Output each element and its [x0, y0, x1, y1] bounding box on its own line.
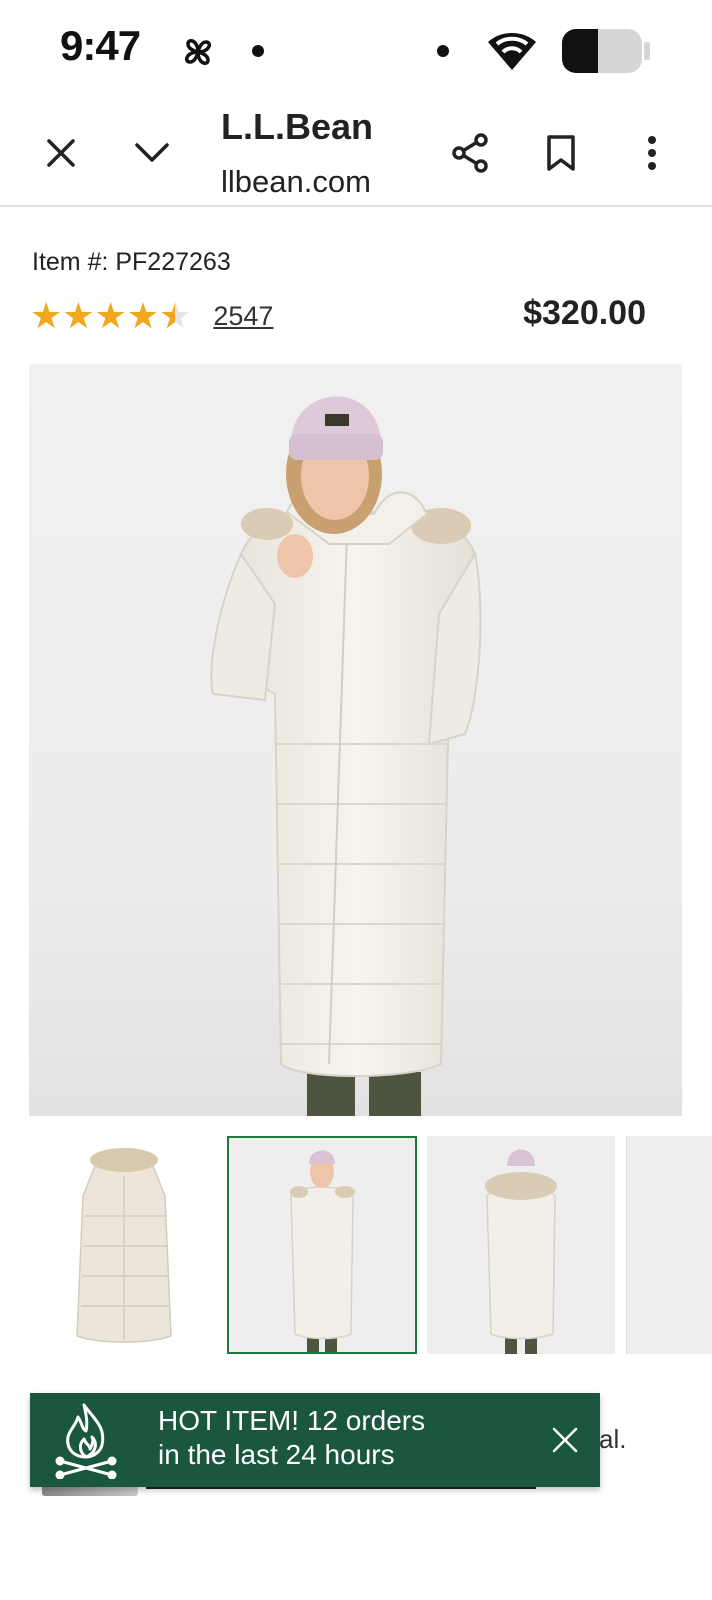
thumbnail-strip [29, 1136, 712, 1356]
bookmark-icon [547, 135, 575, 171]
thumbnail-partial[interactable] [626, 1136, 712, 1354]
hot-item-message: HOT ITEM! 12 orders in the last 24 hours [158, 1404, 458, 1472]
star-rating: ★★★★★ ★★★★★ [30, 296, 191, 336]
share-button[interactable] [442, 125, 498, 181]
status-time: 9:47 [60, 22, 141, 69]
model-wearing-coat-illustration [210, 396, 482, 1116]
minimize-button[interactable] [124, 125, 180, 181]
notification-dot [437, 45, 449, 57]
product-main-image[interactable] [29, 364, 682, 1116]
hot-item-line1: HOT ITEM! 12 orders [158, 1405, 426, 1436]
battery-icon [562, 29, 650, 73]
rating[interactable]: ★★★★★ ★★★★★ 2547 [30, 296, 273, 336]
model-front-image [290, 1150, 355, 1352]
page-url: llbean.com [221, 164, 371, 199]
bookmark-button[interactable] [533, 125, 589, 181]
thumbnail-coat-front[interactable] [29, 1136, 217, 1354]
more-vert-icon [648, 136, 656, 170]
campfire-icon [55, 1403, 117, 1479]
close-tab-button[interactable] [33, 125, 89, 181]
more-options-button[interactable] [624, 125, 680, 181]
pinwheel-icon [185, 39, 211, 65]
hot-item-close-button[interactable] [538, 1413, 592, 1467]
hot-item-line2: in the last 24 hours [158, 1439, 395, 1470]
price: $320.00 [523, 294, 646, 332]
model-back-image [485, 1149, 557, 1354]
notification-dot [252, 45, 264, 57]
wifi-icon [488, 33, 536, 70]
chevron-down-icon [135, 143, 169, 162]
share-icon [452, 133, 488, 173]
close-icon [47, 139, 75, 167]
status-bar: 9:47 [0, 0, 712, 100]
page-title: L.L.Bean [221, 106, 374, 147]
stars-filled: ★★★★★ [30, 296, 175, 336]
thumbnail-model-front-selected[interactable] [227, 1136, 417, 1354]
thumbnail-model-back[interactable] [427, 1136, 615, 1354]
item-number: Item #: PF227263 [32, 248, 231, 276]
close-icon [552, 1427, 578, 1453]
browser-toolbar: L.L.Bean llbean.com [0, 100, 712, 207]
coat-front-image [76, 1148, 172, 1343]
hot-item-banner: HOT ITEM! 12 orders in the last 24 hours [30, 1393, 600, 1487]
review-count-link[interactable]: 2547 [213, 301, 273, 332]
